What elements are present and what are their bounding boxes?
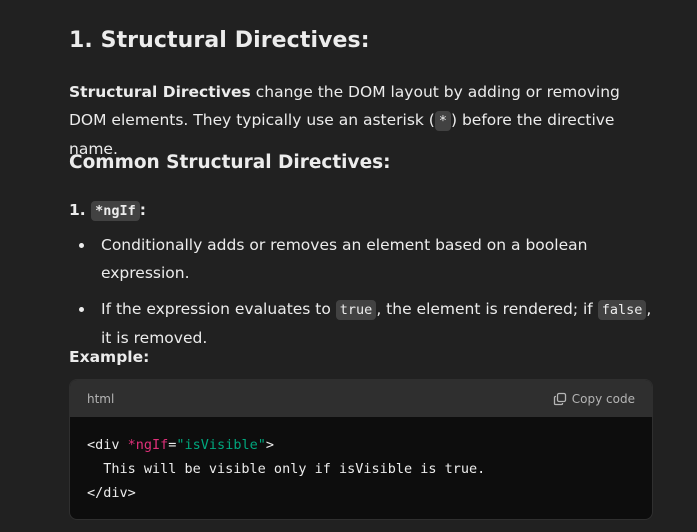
- code-body: <div *ngIf="isVisible"> This will be vis…: [70, 417, 652, 519]
- copy-code-label: Copy code: [571, 391, 635, 406]
- inline-code-false: false: [597, 300, 647, 320]
- code-block-header: html Copy code: [70, 380, 652, 417]
- bullet-item: Conditionally adds or removes an element…: [69, 231, 653, 287]
- intro-bold-term: Structural Directives: [69, 83, 251, 101]
- bullet-text: Conditionally adds or removes an element…: [101, 236, 588, 282]
- copy-icon: [553, 392, 567, 406]
- list-item-number: 1.: [69, 201, 86, 219]
- bullet-text: , the element is rendered; if: [376, 300, 598, 318]
- code-line-1: <div *ngIf="isVisible">: [87, 437, 274, 453]
- bullet-text: If the expression evaluates to: [101, 300, 336, 318]
- copy-code-button[interactable]: Copy code: [553, 392, 635, 406]
- bullet-item: If the expression evaluates to true, the…: [69, 295, 653, 352]
- code-token-attr: *ngIf: [127, 437, 169, 453]
- code-token-tag-open: <div: [87, 437, 128, 453]
- code-token-tag-close: >: [265, 437, 274, 453]
- inline-code-asterisk: *: [434, 111, 451, 131]
- inline-code-true: true: [335, 300, 377, 320]
- inline-code-ngif: *ngIf: [91, 201, 140, 221]
- bullet-list: Conditionally adds or removes an element…: [69, 231, 653, 360]
- list-item-suffix: :: [139, 201, 146, 219]
- example-label: Example:: [69, 348, 150, 366]
- intro-paragraph: Structural Directives change the DOM lay…: [69, 78, 653, 163]
- code-line-2: This will be visible only if isVisible i…: [87, 461, 486, 477]
- code-line-3: </div>: [87, 485, 136, 501]
- code-block: html Copy code <div *ngIf="isVisible"> T…: [69, 379, 653, 520]
- list-item-heading: 1. *ngIf:: [69, 197, 146, 224]
- code-token-string: "isVisible": [176, 437, 266, 453]
- code-language-label: html: [87, 391, 115, 406]
- section-title: 1. Structural Directives:: [69, 28, 370, 53]
- subsection-title: Common Structural Directives:: [69, 152, 391, 173]
